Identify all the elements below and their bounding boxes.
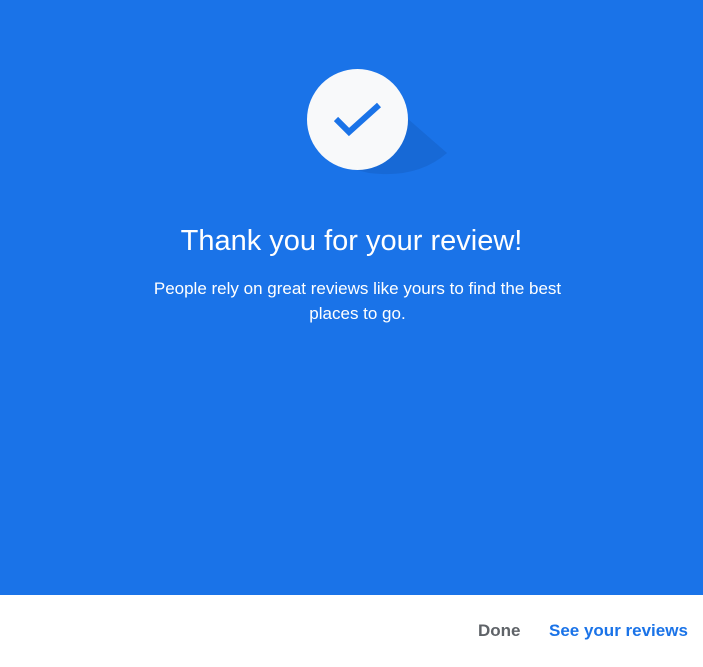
confirmation-hero: Thank you for your review! People rely o… [0, 0, 703, 595]
dialog-actions: Done See your reviews [0, 595, 703, 667]
done-button[interactable]: Done [470, 613, 529, 649]
review-confirmation-dialog: Thank you for your review! People rely o… [0, 0, 703, 667]
confirmation-message: People rely on great reviews like yours … [153, 279, 562, 323]
confirmation-title: Thank you for your review! [180, 225, 523, 257]
check-circle [307, 69, 408, 170]
see-your-reviews-button[interactable]: See your reviews [541, 613, 696, 649]
check-icon [333, 102, 381, 136]
check-badge [307, 69, 447, 179]
